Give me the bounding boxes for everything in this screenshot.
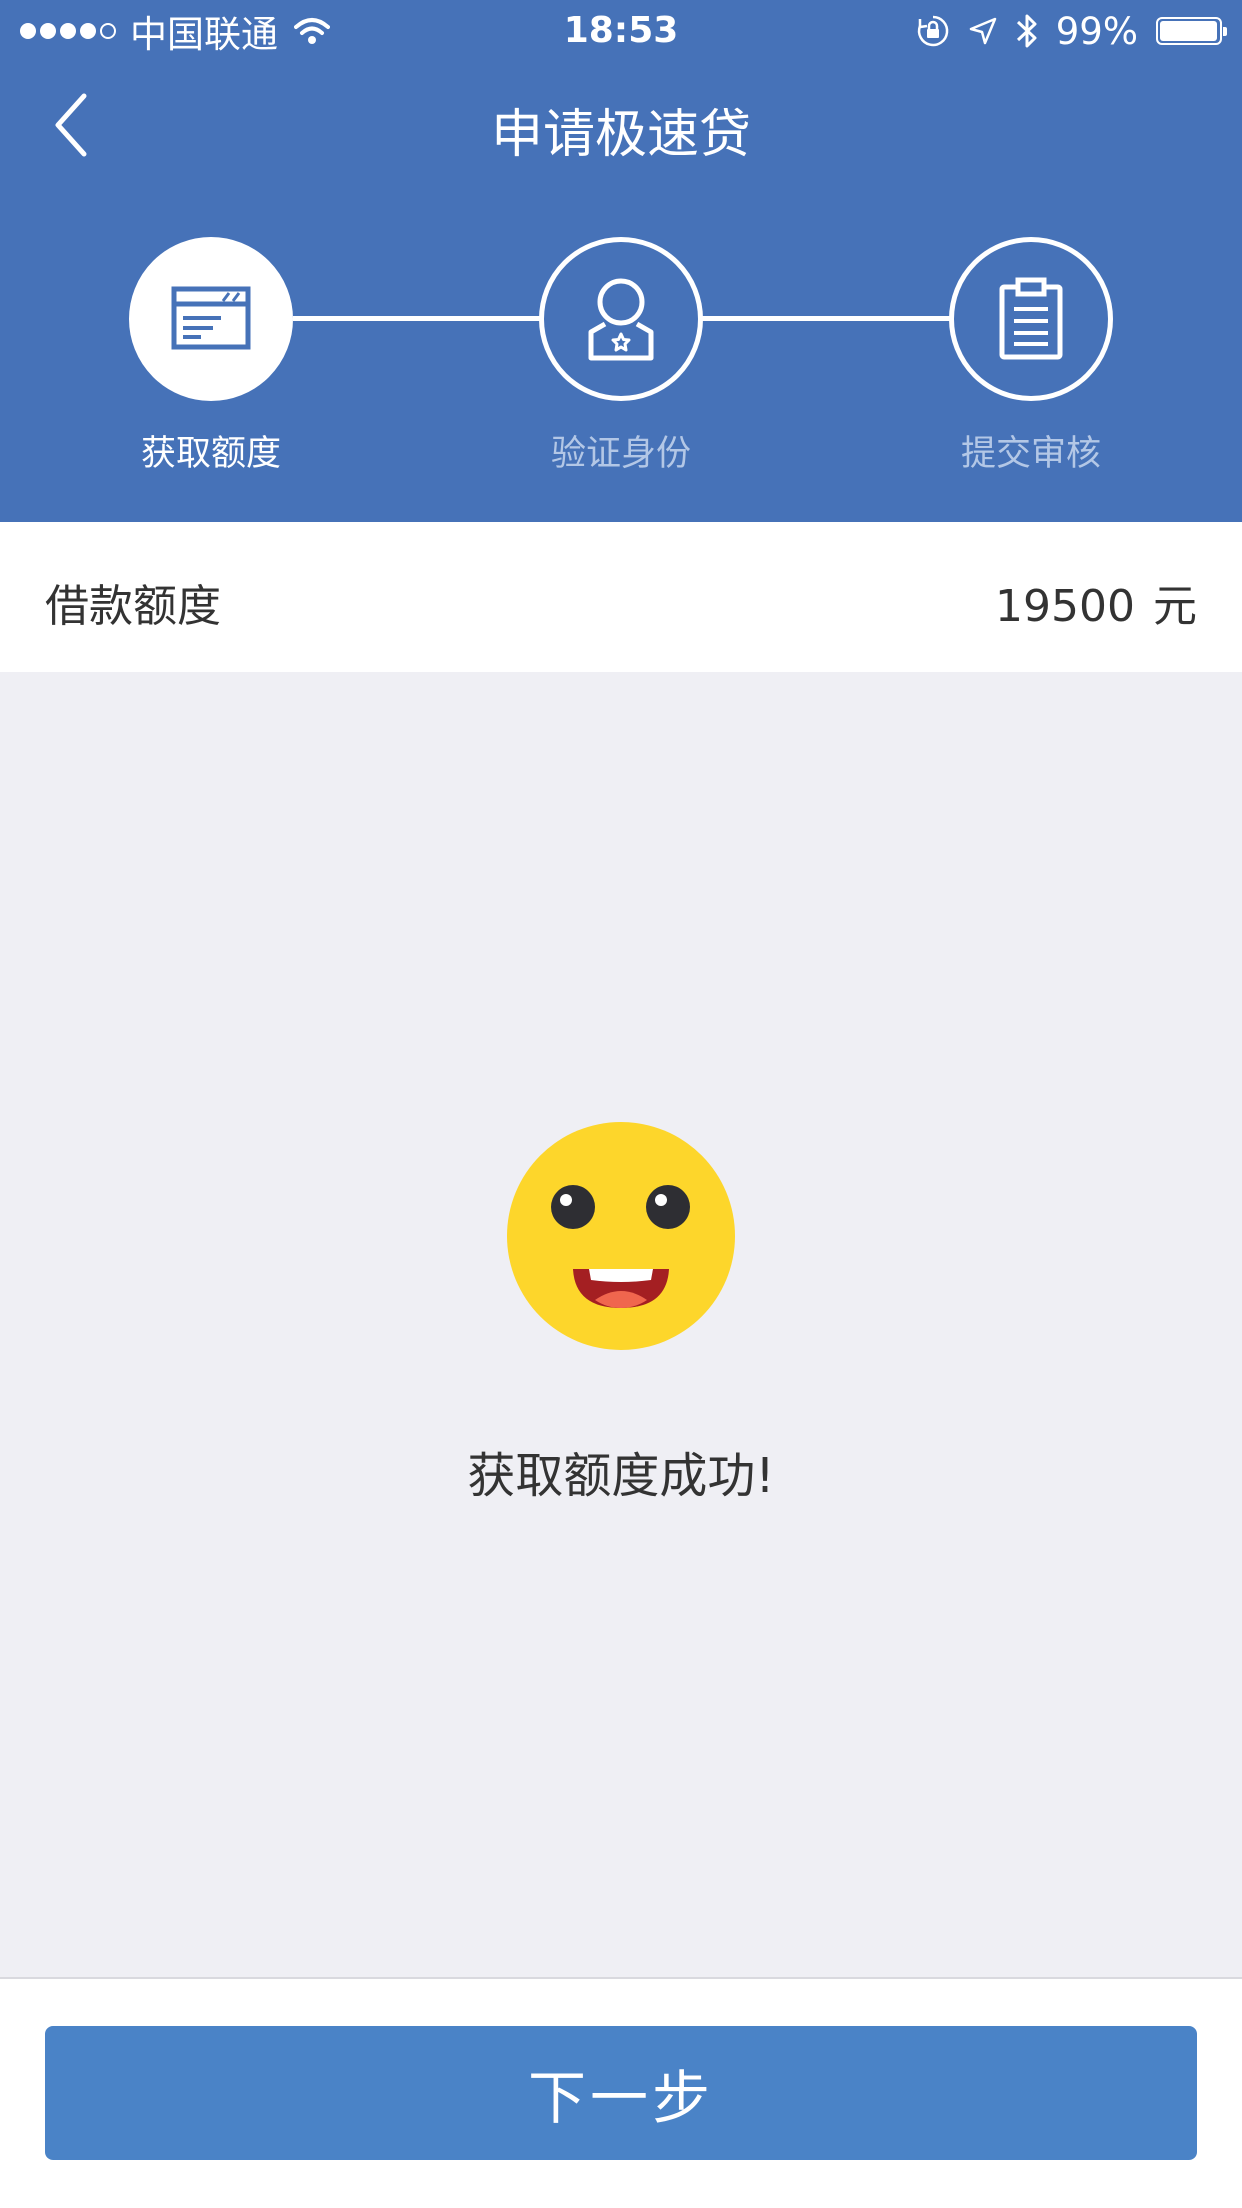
step-connector [293, 316, 541, 321]
step-connector [702, 316, 950, 321]
loan-amount-value: 19500 元 [995, 570, 1197, 634]
battery-level [1160, 21, 1218, 41]
location-icon [969, 17, 996, 45]
status-right: 99% [898, 9, 1227, 53]
clipboard-icon [999, 277, 1063, 360]
amount-number: 19500 [995, 581, 1135, 632]
step-3-circle [949, 237, 1113, 401]
smiley-face-icon [507, 1122, 735, 1350]
success-message: 获取额度成功! [467, 1448, 775, 1504]
bottom-bar: 下一步 [0, 1977, 1242, 2208]
rotation-lock-icon [917, 15, 949, 47]
battery-icon [1156, 17, 1227, 45]
step-2-circle [539, 237, 703, 401]
next-step-button[interactable]: 下一步 [45, 2026, 1197, 2160]
battery-percent: 99% [1055, 9, 1138, 53]
loan-amount-row: 借款额度 19500 元 [0, 522, 1242, 672]
user-badge-icon [588, 278, 654, 361]
amount-unit: 元 [1153, 581, 1197, 632]
header: 中国联通 18:53 99% 申请极速贷 获取额度 验证身份 提交审核 [0, 0, 1242, 522]
step-2-label: 验证身份 [550, 434, 691, 474]
step-1-circle [129, 237, 293, 401]
step-1-label: 获取额度 [140, 434, 281, 474]
battery-tip [1223, 27, 1227, 36]
page-title: 申请极速贷 [490, 105, 751, 165]
bluetooth-icon [1016, 14, 1037, 48]
status-bar: 中国联通 18:53 99% [0, 0, 1242, 62]
loan-amount-label: 借款额度 [45, 581, 221, 632]
card-icon [171, 286, 251, 350]
step-3-label: 提交审核 [960, 434, 1101, 474]
